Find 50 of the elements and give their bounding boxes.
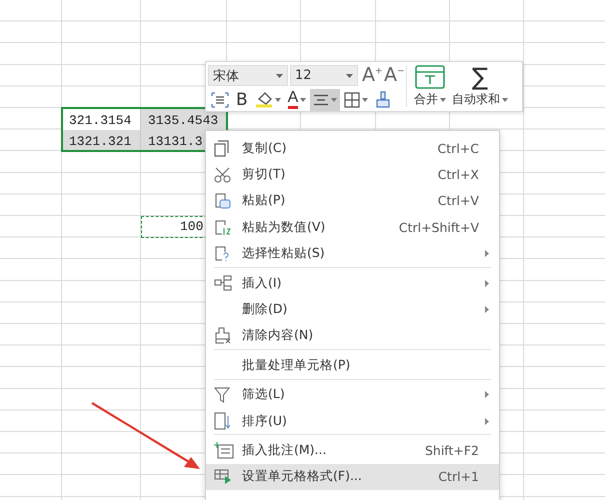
filter-icon (214, 386, 230, 403)
caret-icon (331, 98, 338, 102)
comment-icon (214, 442, 234, 459)
table-cell: 100 (180, 219, 204, 234)
size-select[interactable]: 12 (290, 65, 358, 86)
submenu-arrow-icon (485, 250, 489, 258)
font-select[interactable]: 宋体 (208, 65, 288, 86)
format-cells-icon (214, 468, 233, 485)
table-cell: 1321.321 (62, 130, 141, 152)
clipboard-icon (214, 192, 231, 210)
insert-cells-icon (214, 275, 232, 292)
wrap-text-icon (211, 92, 229, 108)
menu-item[interactable]: 排序(U) (206, 408, 499, 434)
sort-icon (214, 412, 231, 430)
fill-color-icon (254, 91, 273, 108)
caret-icon (300, 98, 306, 102)
submenu-arrow-icon (485, 280, 489, 287)
autosum-button[interactable]: ∑ 自动求和 (449, 62, 511, 111)
menu-item[interactable]: 设置单元格格式(F)... Ctrl+1 (206, 464, 499, 490)
table-cell: 321.3154 (62, 108, 141, 130)
format-painter-icon (375, 91, 392, 108)
menu-item[interactable]: 删除(D) (206, 296, 499, 323)
submenu-arrow-icon (485, 391, 489, 398)
grow-font-button[interactable]: A$^{+}$ (360, 66, 380, 85)
shrink-font-button[interactable]: A$^{−}$ (382, 66, 402, 85)
menu-item[interactable]: 清除内容(N) (206, 322, 499, 350)
clipboard-question-icon (214, 245, 230, 262)
menu-item[interactable]: 选择性粘贴(S) (206, 240, 499, 267)
menu-item[interactable]: 粘贴为数值(V) Ctrl+Shift+V (206, 214, 499, 241)
caret-icon (276, 74, 283, 78)
borders-icon (344, 92, 360, 108)
eraser-icon (214, 327, 231, 344)
menu-item[interactable]: 粘贴(P) Ctrl+V (206, 188, 499, 214)
menu-item[interactable]: 剪切(T) Ctrl+X (206, 161, 499, 188)
clipboard-numbers-icon (214, 218, 232, 236)
copy-icon (214, 140, 230, 157)
submenu-arrow-icon (485, 418, 489, 425)
caret-icon (362, 98, 368, 102)
merge-cells-icon (415, 65, 445, 89)
caret-icon (440, 98, 446, 102)
scissors-icon (214, 166, 231, 183)
align-center-icon (313, 94, 330, 106)
align-button[interactable] (310, 88, 340, 110)
bold-button[interactable]: B (233, 88, 251, 110)
caret-icon (274, 98, 281, 102)
merge-button[interactable]: 合并 (411, 62, 449, 111)
font-color-button[interactable]: A (284, 88, 310, 110)
caret-icon (502, 98, 508, 102)
submenu-arrow-icon (485, 306, 489, 314)
caret-icon (346, 74, 353, 78)
